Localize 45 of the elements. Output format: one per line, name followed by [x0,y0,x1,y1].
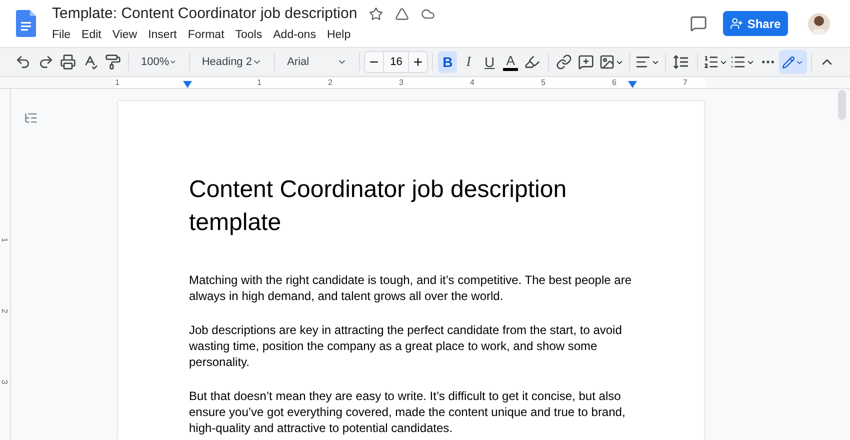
ruler-number: 5 [541,77,546,89]
ruler-number: 3 [0,380,10,384]
font-size-value[interactable]: 16 [383,52,410,72]
pencil-icon [782,56,795,68]
format-button[interactable]: I [459,51,478,73]
docs-logo-icon[interactable] [16,10,36,37]
editing-mode-button[interactable] [779,50,807,74]
paragraph: But that doesn’t mean they are easy to write. It’s difficult to get it concise, but also ensure you’ve got everything covered, made the content unique and true to brand, high-quality and attractive to potential candidates. [189,388,626,436]
format-button[interactable]: B [438,51,458,73]
star-icon[interactable] [369,6,384,21]
share-button[interactable]: Share [723,11,788,36]
ruler-number: 2 [328,77,332,89]
menu-item[interactable]: Edit [82,27,102,44]
indent-marker-icon[interactable] [628,81,637,88]
ruler-number: 1 [257,77,262,89]
menu-item[interactable]: Format [188,27,224,44]
paragraph: Matching with the right candidate is tough, and it’s competitive. The best people are always in high demand, and talent grows all over the world. [189,272,632,304]
menu-item[interactable]: Tools [235,27,262,44]
menu-item[interactable]: Add-ons [273,27,316,44]
menu-item[interactable]: File [52,27,71,44]
person-icon [730,17,744,30]
scrollbar-thumb[interactable] [838,90,846,120]
paragraph: Job descriptions are key in attracting the perfect candidate from the start, to avoid wasting time, position the company as a great place to work, and show some personality. [189,322,623,370]
font-dropdown[interactable]: Arial [279,50,356,74]
menu-item[interactable]: Insert [148,27,177,44]
ruler-number: 6 [612,77,616,89]
ruler-number: 1 [115,77,120,89]
text-color-button[interactable]: A [501,51,520,73]
avatar[interactable] [808,12,830,34]
ruler-number: 7 [683,77,688,89]
ruler-number: 2 [0,308,10,314]
zoom-dropdown[interactable]: 100% [132,50,185,74]
style-dropdown[interactable]: Heading 2 [194,50,270,74]
ruler-number: 1 [0,238,10,242]
document-title[interactable]: Template: Content Coordinator job description [52,2,358,26]
menu-item[interactable]: View [112,27,138,44]
menu-item[interactable]: Help [326,27,351,44]
format-button[interactable]: U [480,51,500,73]
outline-icon[interactable] [24,111,38,125]
indent-marker-icon[interactable] [183,81,192,88]
ruler-number: 3 [399,77,404,89]
ruler-number: 4 [470,77,474,89]
comments-icon[interactable] [690,15,707,32]
cloud-icon[interactable] [421,6,436,21]
document-heading: Content Coordinator job description template [189,175,568,238]
